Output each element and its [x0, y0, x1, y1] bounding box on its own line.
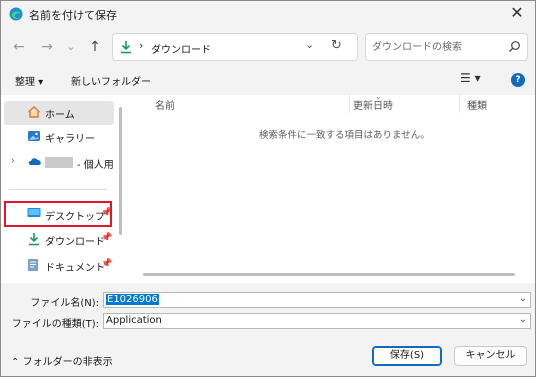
chevron-down-icon[interactable]: ⌄ — [519, 293, 527, 304]
breadcrumb-downloads[interactable]: ダウンロード — [151, 41, 211, 56]
up-button[interactable]: ↑ — [85, 37, 105, 57]
sidebar-item-home[interactable]: ホーム — [4, 101, 114, 125]
command-bar: 整理 ▾ 新しいフォルダー ☰ ▾ ? — [1, 69, 535, 93]
save-button[interactable]: 保存(S) — [372, 346, 442, 366]
view-options-button[interactable]: ☰ ▾ — [460, 71, 490, 89]
hide-folders-label: フォルダーの非表示 — [22, 357, 113, 368]
column-divider[interactable] — [459, 95, 460, 113]
sidebar-item-label: ダウンロード — [45, 237, 105, 248]
download-icon — [29, 233, 39, 246]
refresh-icon[interactable]: ↻ — [331, 38, 342, 53]
save-as-dialog: 名前を付けて保存 ✕ ← → ⌄ ↑ › ダウンロード ⌄ ↻ 整理 ▾ — [0, 0, 536, 377]
column-header-modified[interactable]: 更新日時 — [353, 97, 393, 112]
organize-menu[interactable]: 整理 ▾ — [15, 73, 43, 88]
column-header-type[interactable]: 種類 — [467, 97, 487, 112]
sidebar-item-label: ホーム — [45, 110, 75, 121]
sidebar-item-label: - 個人用 — [77, 160, 114, 171]
chevron-up-icon: ⌃ — [11, 357, 20, 368]
download-icon — [121, 41, 131, 54]
column-divider[interactable] — [349, 95, 350, 113]
address-bar[interactable]: › ダウンロード ⌄ ↻ — [112, 33, 358, 61]
empty-state-message: 検索条件に一致する項目はありません。 — [259, 130, 430, 141]
window-title: 名前を付けて保存 — [29, 9, 117, 22]
cancel-button[interactable]: キャンセル — [454, 346, 527, 366]
chevron-down-icon[interactable]: ⌄ — [305, 38, 314, 51]
filename-value[interactable]: E1026906 — [106, 294, 159, 305]
chevron-right-icon[interactable]: › — [11, 156, 15, 166]
highlight-annotation — [4, 201, 112, 227]
sidebar-item-label: ギャラリー — [45, 134, 95, 145]
sidebar-item-documents[interactable]: ドキュメント 📌 — [1, 254, 115, 278]
search-box[interactable] — [365, 33, 528, 61]
sidebar-item-gallery[interactable]: ギャラリー — [1, 125, 115, 149]
pin-icon[interactable]: 📌 — [101, 233, 112, 243]
sidebar-item-label: ドキュメント — [45, 263, 105, 274]
navigation-pane: ホーム ギャラリー › - 個人用 デスクトップ 📌 ダウンロード 📌 ドキュメ… — [1, 95, 125, 283]
close-button[interactable]: ✕ — [507, 3, 527, 23]
back-button[interactable]: ← — [9, 37, 29, 57]
home-icon — [28, 106, 40, 118]
recent-locations-button[interactable]: ⌄ — [61, 37, 81, 57]
account-name-redacted — [45, 157, 73, 168]
help-icon[interactable]: ? — [511, 73, 525, 87]
search-icon[interactable] — [508, 40, 521, 53]
filetype-select[interactable]: Application ⌄ — [103, 313, 531, 329]
edge-icon — [9, 7, 23, 21]
filename-label: ファイル名(N): — [30, 298, 99, 309]
title-bar: 名前を付けて保存 ✕ — [1, 1, 535, 27]
column-header-name[interactable]: 名前 — [155, 97, 175, 112]
onedrive-icon — [28, 158, 41, 165]
filetype-value[interactable]: Application — [106, 315, 162, 326]
sidebar-item-onedrive[interactable]: › - 個人用 — [1, 151, 115, 175]
filetype-label: ファイルの種類(T): — [11, 319, 99, 330]
divider — [9, 189, 107, 190]
forward-button[interactable]: → — [37, 37, 57, 57]
horizontal-scrollbar[interactable] — [143, 273, 515, 276]
file-list: 名前 ⌄ 更新日時 種類 検索条件に一致する項目はありません。 — [125, 92, 535, 283]
content-area: ホーム ギャラリー › - 個人用 デスクトップ 📌 ダウンロード 📌 ドキュメ… — [1, 92, 535, 283]
navigation-scrollbar[interactable] — [119, 107, 122, 235]
chevron-down-icon[interactable]: ⌄ — [519, 314, 527, 325]
hide-folders-toggle[interactable]: ⌃ フォルダーの非表示 — [11, 353, 113, 368]
sidebar-item-downloads[interactable]: ダウンロード 📌 — [1, 228, 115, 252]
gallery-icon — [28, 131, 40, 141]
breadcrumb-separator[interactable]: › — [139, 39, 143, 52]
pin-icon[interactable]: 📌 — [101, 259, 112, 269]
document-icon — [28, 259, 38, 271]
filename-field[interactable]: E1026906 ⌄ — [103, 292, 531, 308]
search-input[interactable] — [372, 39, 500, 55]
navigation-bar: ← → ⌄ ↑ › ダウンロード ⌄ ↻ — [1, 31, 535, 63]
new-folder-button[interactable]: 新しいフォルダー — [71, 73, 151, 88]
